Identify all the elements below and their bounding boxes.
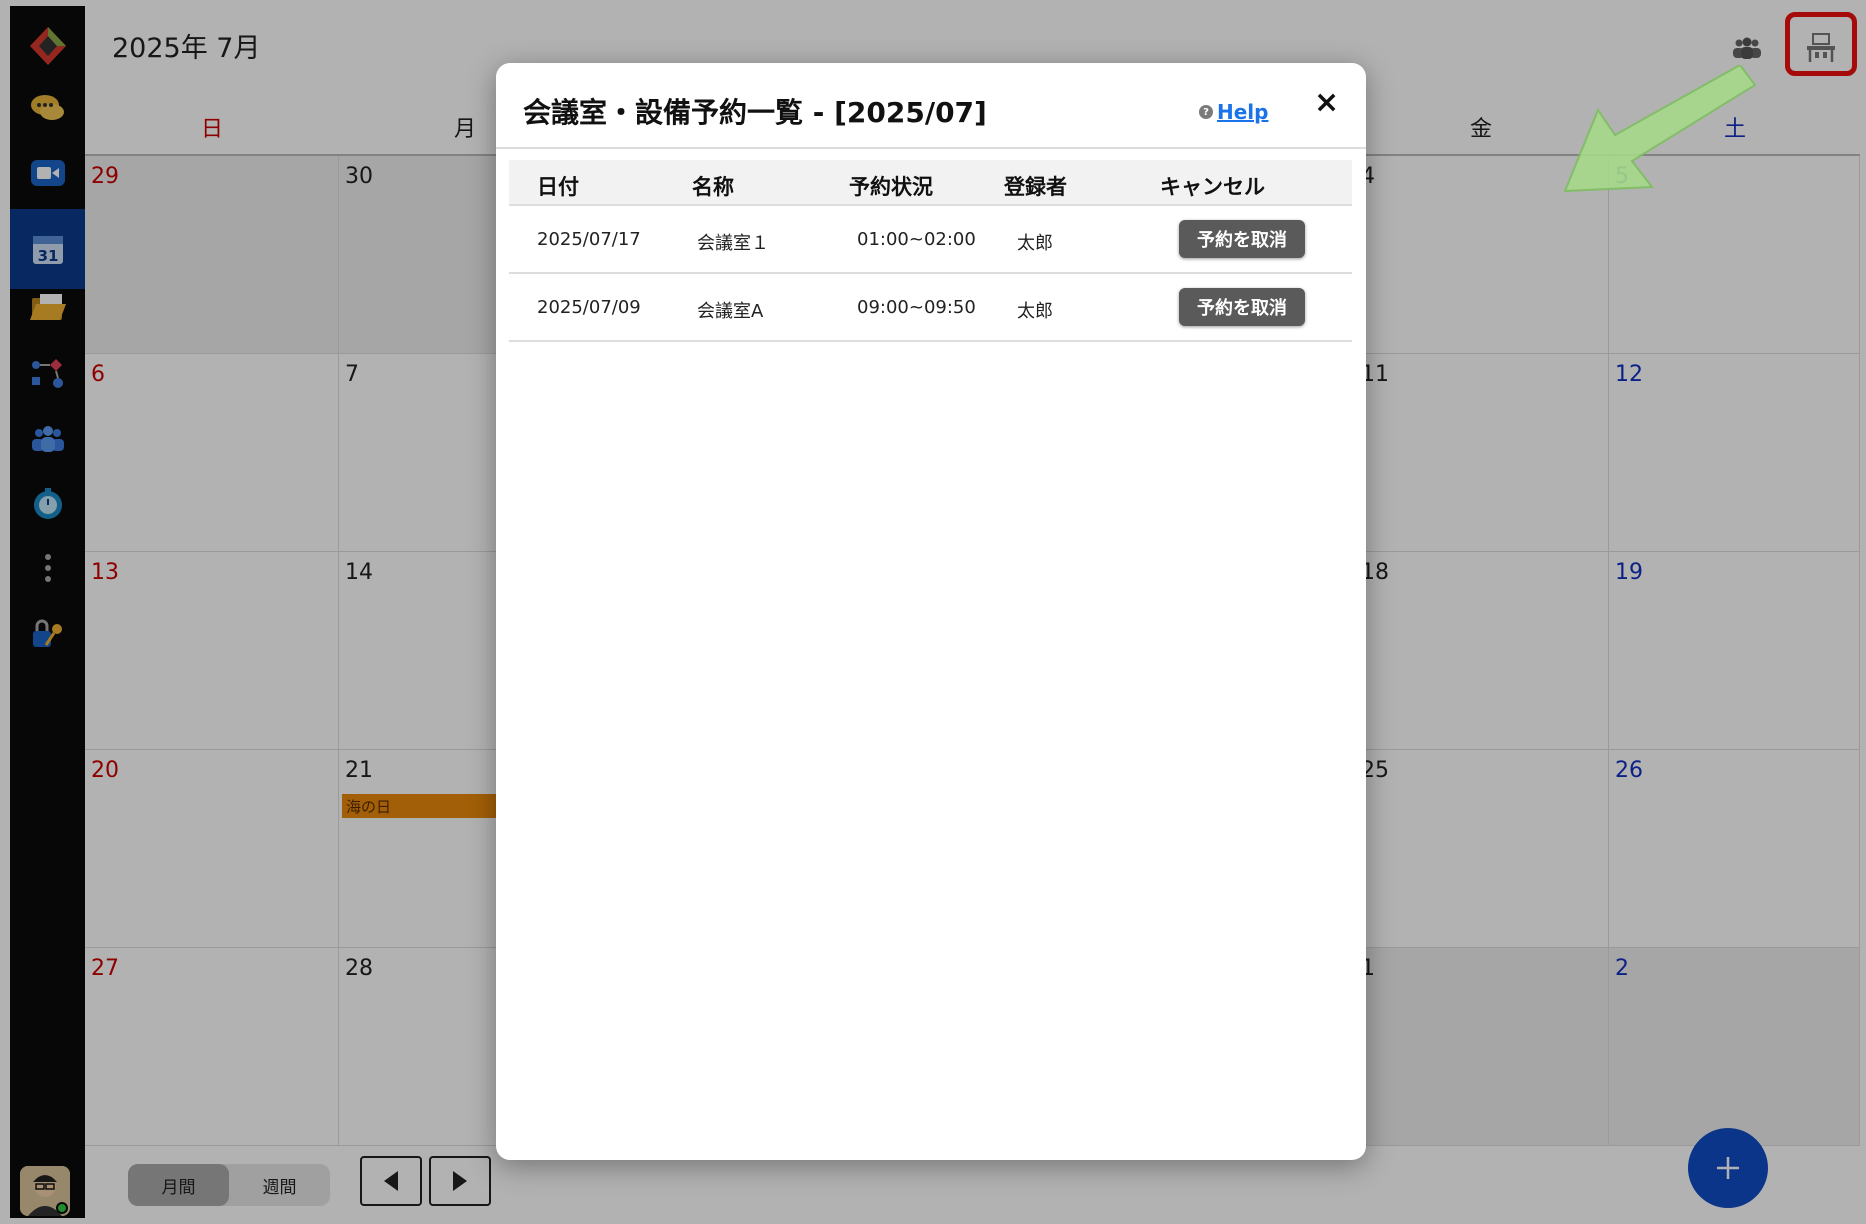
table-row: 2025/07/09 会議室A 09:00~09:50 太郎 予約を取消 — [509, 274, 1352, 342]
col-name-header: 名称 — [692, 175, 734, 199]
dialog-title: 会議室・設備予約一覧 - [2025/07] — [523, 96, 987, 129]
reservation-list-dialog: 会議室・設備予約一覧 - [2025/07] ? Help × 日付 名称 予約… — [496, 63, 1366, 1160]
cancel-reservation-button[interactable]: 予約を取消 — [1179, 220, 1305, 258]
row-date: 2025/07/09 — [537, 297, 641, 318]
col-date-header: 日付 — [537, 175, 579, 199]
col-status-header: 予約状況 — [849, 175, 933, 199]
help-link-group[interactable]: ? Help — [1199, 100, 1268, 124]
row-time: 09:00~09:50 — [857, 297, 976, 318]
annotation-arrow-icon — [1563, 65, 1757, 193]
row-name: 会議室A — [697, 301, 764, 322]
row-name: 会議室１ — [697, 233, 769, 254]
row-time: 01:00~02:00 — [857, 229, 976, 250]
col-registrant-header: 登録者 — [1004, 175, 1067, 199]
question-icon: ? — [1199, 105, 1213, 119]
row-date: 2025/07/17 — [537, 229, 641, 250]
close-button[interactable]: × — [1314, 88, 1339, 118]
row-registrant: 太郎 — [1017, 233, 1053, 254]
cancel-reservation-button[interactable]: 予約を取消 — [1179, 288, 1305, 326]
divider — [496, 147, 1366, 149]
table-row: 2025/07/17 会議室１ 01:00~02:00 太郎 予約を取消 — [509, 206, 1352, 274]
help-link[interactable]: Help — [1217, 100, 1268, 124]
table-header: 日付 名称 予約状況 登録者 キャンセル — [509, 160, 1352, 206]
row-registrant: 太郎 — [1017, 301, 1053, 322]
col-cancel-header: キャンセル — [1160, 175, 1265, 199]
